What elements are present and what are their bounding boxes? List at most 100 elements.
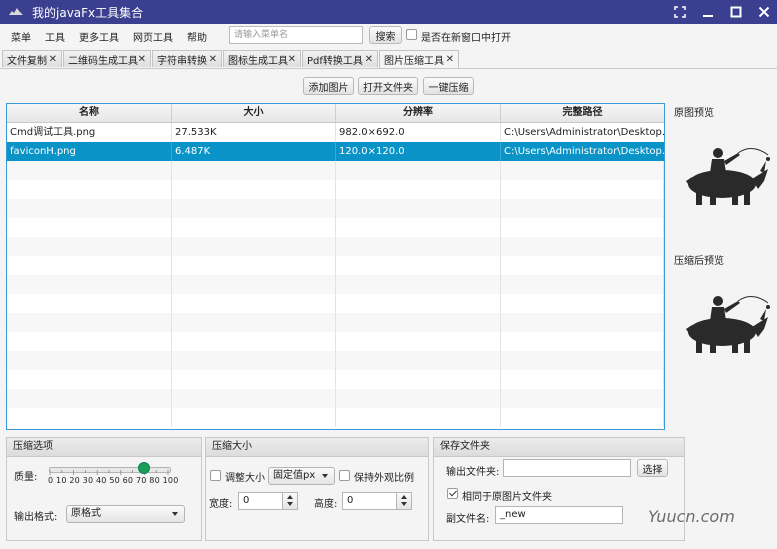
tab-file-copy[interactable]: 文件复制 ✕ [2, 50, 62, 67]
cell-name: Cmd调试工具.png [7, 123, 172, 142]
suffix-field[interactable]: _new [495, 506, 623, 524]
menu-item-tools[interactable]: 工具 [38, 29, 72, 44]
tab-icon-generator[interactable]: 图标生成工具 ✕ [223, 50, 301, 67]
tab-close-icon[interactable]: ✕ [446, 54, 454, 65]
tab-pdf-convert[interactable]: Pdf转换工具 ✕ [302, 50, 378, 67]
empty-cell [7, 408, 172, 427]
menu-item-more-tools[interactable]: 更多工具 [72, 29, 126, 44]
search-button[interactable]: 搜索 [369, 26, 402, 44]
keep-ratio-checkbox[interactable] [339, 470, 350, 481]
tab-close-icon[interactable]: ✕ [365, 54, 373, 65]
empty-cell [7, 218, 172, 237]
close-icon[interactable] [757, 5, 771, 19]
tab-label: 图片压缩工具 [384, 56, 444, 67]
output-format-select[interactable]: 原格式 [66, 505, 185, 523]
empty-cell [336, 218, 501, 237]
resize-label: 调整大小 [225, 473, 265, 484]
empty-table-row [7, 237, 664, 256]
column-header-name[interactable]: 名称 [7, 104, 172, 122]
same-folder-checkbox[interactable] [447, 488, 458, 499]
empty-cell [7, 370, 172, 389]
cell-path: C:\Users\Administrator\Desktop... [504, 127, 664, 138]
empty-cell [172, 199, 336, 218]
empty-cell [172, 351, 336, 370]
tab-string-convert[interactable]: 字符串转换 ✕ [152, 50, 222, 67]
save-folder-title: 保存文件夹 [434, 438, 684, 457]
empty-table-row [7, 332, 664, 351]
empty-cell [7, 256, 172, 275]
empty-cell [501, 370, 664, 389]
empty-cell [7, 351, 172, 370]
table-row-selected[interactable]: faviconH.png 6.487K 120.0×120.0 C:\Users… [7, 142, 664, 161]
open-folder-button[interactable]: 打开文件夹 [358, 77, 418, 95]
minimize-icon[interactable] [701, 5, 715, 19]
tab-image-compress[interactable]: 图片压缩工具 ✕ [379, 50, 459, 68]
resize-mode-select[interactable]: 固定值px [268, 467, 335, 485]
empty-cell [501, 408, 664, 427]
quality-tick-labels: 0 10 20 30 40 50 60 70 80 100 [48, 476, 179, 485]
empty-cell [336, 275, 501, 294]
empty-cell [501, 294, 664, 313]
original-preview-image [686, 148, 770, 205]
fullscreen-icon[interactable] [673, 5, 687, 19]
cell-name: faviconH.png [7, 142, 172, 161]
empty-cell [501, 389, 664, 408]
empty-table-row [7, 408, 664, 427]
choose-folder-button[interactable]: 选择 [637, 459, 668, 477]
height-spinner-buttons[interactable] [396, 493, 411, 509]
menu-search-input[interactable] [229, 26, 363, 44]
column-header-path[interactable]: 完整路径 [501, 104, 664, 122]
cell-resolution: 120.0×120.0 [336, 142, 501, 161]
keep-ratio-label: 保持外观比例 [354, 473, 414, 484]
table-row[interactable]: Cmd调试工具.png 27.533K 982.0×692.0 C:\Users… [7, 123, 664, 142]
empty-cell [501, 180, 664, 199]
compress-all-button[interactable]: 一键压缩 [423, 77, 474, 95]
empty-cell [501, 313, 664, 332]
menu-item-web-tools[interactable]: 网页工具 [126, 29, 180, 44]
width-spinner[interactable]: 0 [238, 492, 298, 510]
resize-checkbox[interactable] [210, 470, 221, 481]
empty-cell [172, 237, 336, 256]
menu-item-help[interactable]: 帮助 [180, 29, 214, 44]
empty-table-row [7, 161, 664, 180]
empty-cell [172, 161, 336, 180]
tab-qrcode-tool[interactable]: 二维码生成工具 ✕ [63, 50, 151, 67]
empty-table-row [7, 370, 664, 389]
original-preview-label: 原图预览 [674, 108, 714, 119]
empty-cell [7, 389, 172, 408]
menu-item-menu[interactable]: 菜单 [4, 29, 38, 44]
compress-options-title: 压缩选项 [7, 438, 201, 457]
height-spinner[interactable]: 0 [342, 492, 412, 510]
maximize-icon[interactable] [729, 5, 743, 19]
empty-cell [336, 161, 501, 180]
tab-close-icon[interactable]: ✕ [288, 54, 296, 65]
empty-cell [336, 256, 501, 275]
output-format-value: 原格式 [71, 508, 101, 519]
empty-cell [501, 199, 664, 218]
tab-close-icon[interactable]: ✕ [49, 54, 57, 65]
compress-size-panel: 压缩大小 [205, 437, 429, 541]
empty-cell [7, 313, 172, 332]
tab-close-icon[interactable]: ✕ [209, 54, 217, 65]
tab-label: 字符串转换 [157, 55, 207, 67]
empty-cell [501, 237, 664, 256]
cell-resolution: 982.0×692.0 [336, 123, 501, 142]
tab-close-icon[interactable]: ✕ [138, 54, 146, 65]
column-header-resolution[interactable]: 分辨率 [336, 104, 501, 122]
column-header-size[interactable]: 大小 [172, 104, 336, 122]
table-header: 名称 大小 分辨率 完整路径 [7, 104, 664, 123]
add-image-button[interactable]: 添加图片 [303, 77, 354, 95]
empty-cell [336, 180, 501, 199]
empty-table-row [7, 294, 664, 313]
empty-cell [336, 389, 501, 408]
width-spinner-buttons[interactable] [282, 493, 297, 509]
chevron-down-icon [172, 512, 178, 516]
cell-size: 6.487K [172, 142, 336, 161]
new-window-checkbox[interactable] [406, 29, 417, 40]
empty-cell [172, 256, 336, 275]
empty-cell [172, 294, 336, 313]
output-folder-field[interactable] [503, 459, 631, 477]
image-table[interactable]: 名称 大小 分辨率 完整路径 Cmd调试工具.png 27.533K 982.0… [6, 103, 665, 430]
compress-size-title: 压缩大小 [206, 438, 428, 457]
empty-cell [336, 408, 501, 427]
